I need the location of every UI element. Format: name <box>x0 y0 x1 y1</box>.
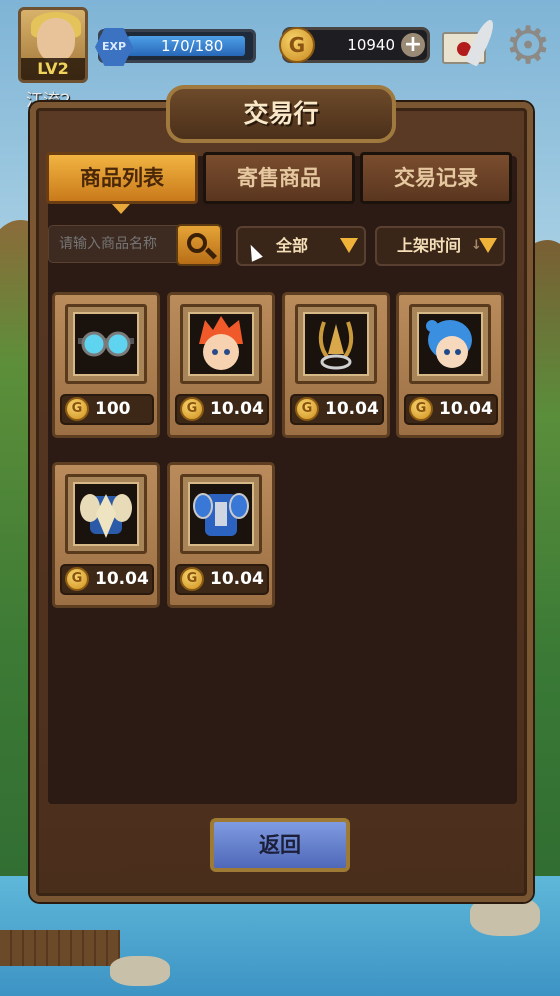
exp-icon: EXP <box>95 28 133 66</box>
price-bar: G 10.04 <box>60 564 154 595</box>
item-card[interactable]: G 10.04 <box>167 462 275 608</box>
item-card[interactable]: G 100 <box>52 292 160 438</box>
item-price: 10.04 <box>210 399 264 419</box>
gold-coin-icon: G <box>295 397 319 421</box>
golden-helmet-icon <box>303 312 369 376</box>
bone-armor-icon <box>73 482 139 546</box>
price-bar: G 10.04 <box>175 394 269 425</box>
gold-coin-icon: G <box>180 567 204 591</box>
search-icon-handle <box>204 247 218 260</box>
sort-dropdown[interactable]: 上架时间 ↓ <box>375 226 505 266</box>
item-frame <box>65 304 147 384</box>
item-price: 10.04 <box>95 569 149 589</box>
back-button[interactable]: 返回 <box>210 818 350 872</box>
avatar-face <box>37 18 75 62</box>
rock <box>110 956 170 986</box>
gold-bar: G 10940 + <box>279 27 430 63</box>
mail-button[interactable] <box>442 17 498 70</box>
gold-coin-icon: G <box>279 27 315 63</box>
gold-coin-icon: G <box>409 397 433 421</box>
item-price: 10.04 <box>325 399 379 419</box>
search-input[interactable] <box>48 225 178 263</box>
tab-trade-records[interactable]: 交易记录 <box>360 152 512 204</box>
chevron-down-icon <box>479 238 497 253</box>
search-button[interactable] <box>176 224 222 266</box>
rock <box>470 896 540 936</box>
wooden-dock <box>0 930 120 966</box>
item-frame <box>409 304 491 384</box>
item-frame <box>65 474 147 554</box>
gold-amount: 10940 <box>347 36 395 54</box>
item-price: 10.04 <box>210 569 264 589</box>
exp-text: 170/180 <box>161 37 224 55</box>
tab-item-list[interactable]: 商品列表 <box>46 152 198 204</box>
price-bar: G 10.04 <box>175 564 269 595</box>
item-card[interactable]: G 10.04 <box>282 292 390 438</box>
sort-value: 上架时间 <box>397 236 462 255</box>
level-badge: LV2 <box>21 58 85 80</box>
blue-hair-heroine-icon <box>417 312 483 376</box>
tab-consign-items[interactable]: 寄售商品 <box>203 152 355 204</box>
red-hair-hero-icon <box>188 312 254 376</box>
exp-bar: EXP 170/180 <box>95 28 256 66</box>
chevron-down-icon <box>340 238 358 253</box>
panel-title: 交易行 <box>166 85 396 143</box>
item-frame <box>295 304 377 384</box>
gold-coin-icon: G <box>180 397 204 421</box>
item-price: 10.04 <box>439 399 493 419</box>
player-avatar[interactable]: LV2 <box>18 7 88 83</box>
price-bar: G 10.04 <box>404 394 498 425</box>
price-bar: G 10.04 <box>290 394 384 425</box>
blue-plate-armor-icon <box>188 482 254 546</box>
gold-coin-icon: G <box>65 397 89 421</box>
item-frame <box>180 474 262 554</box>
gold-coin-icon: G <box>65 567 89 591</box>
active-tab-pointer-icon <box>112 204 130 214</box>
add-gold-button[interactable]: + <box>401 33 425 57</box>
item-card[interactable]: G 10.04 <box>52 462 160 608</box>
category-filter-value: 全部 <box>276 236 309 255</box>
goggles-icon <box>73 312 139 376</box>
item-card[interactable]: G 10.04 <box>396 292 504 438</box>
item-price: 100 <box>95 399 131 419</box>
settings-gear-icon[interactable]: ⚙ <box>503 18 553 74</box>
search-icon <box>187 233 207 253</box>
price-bar: G 100 <box>60 394 154 425</box>
item-frame <box>180 304 262 384</box>
item-card[interactable]: G 10.04 <box>167 292 275 438</box>
